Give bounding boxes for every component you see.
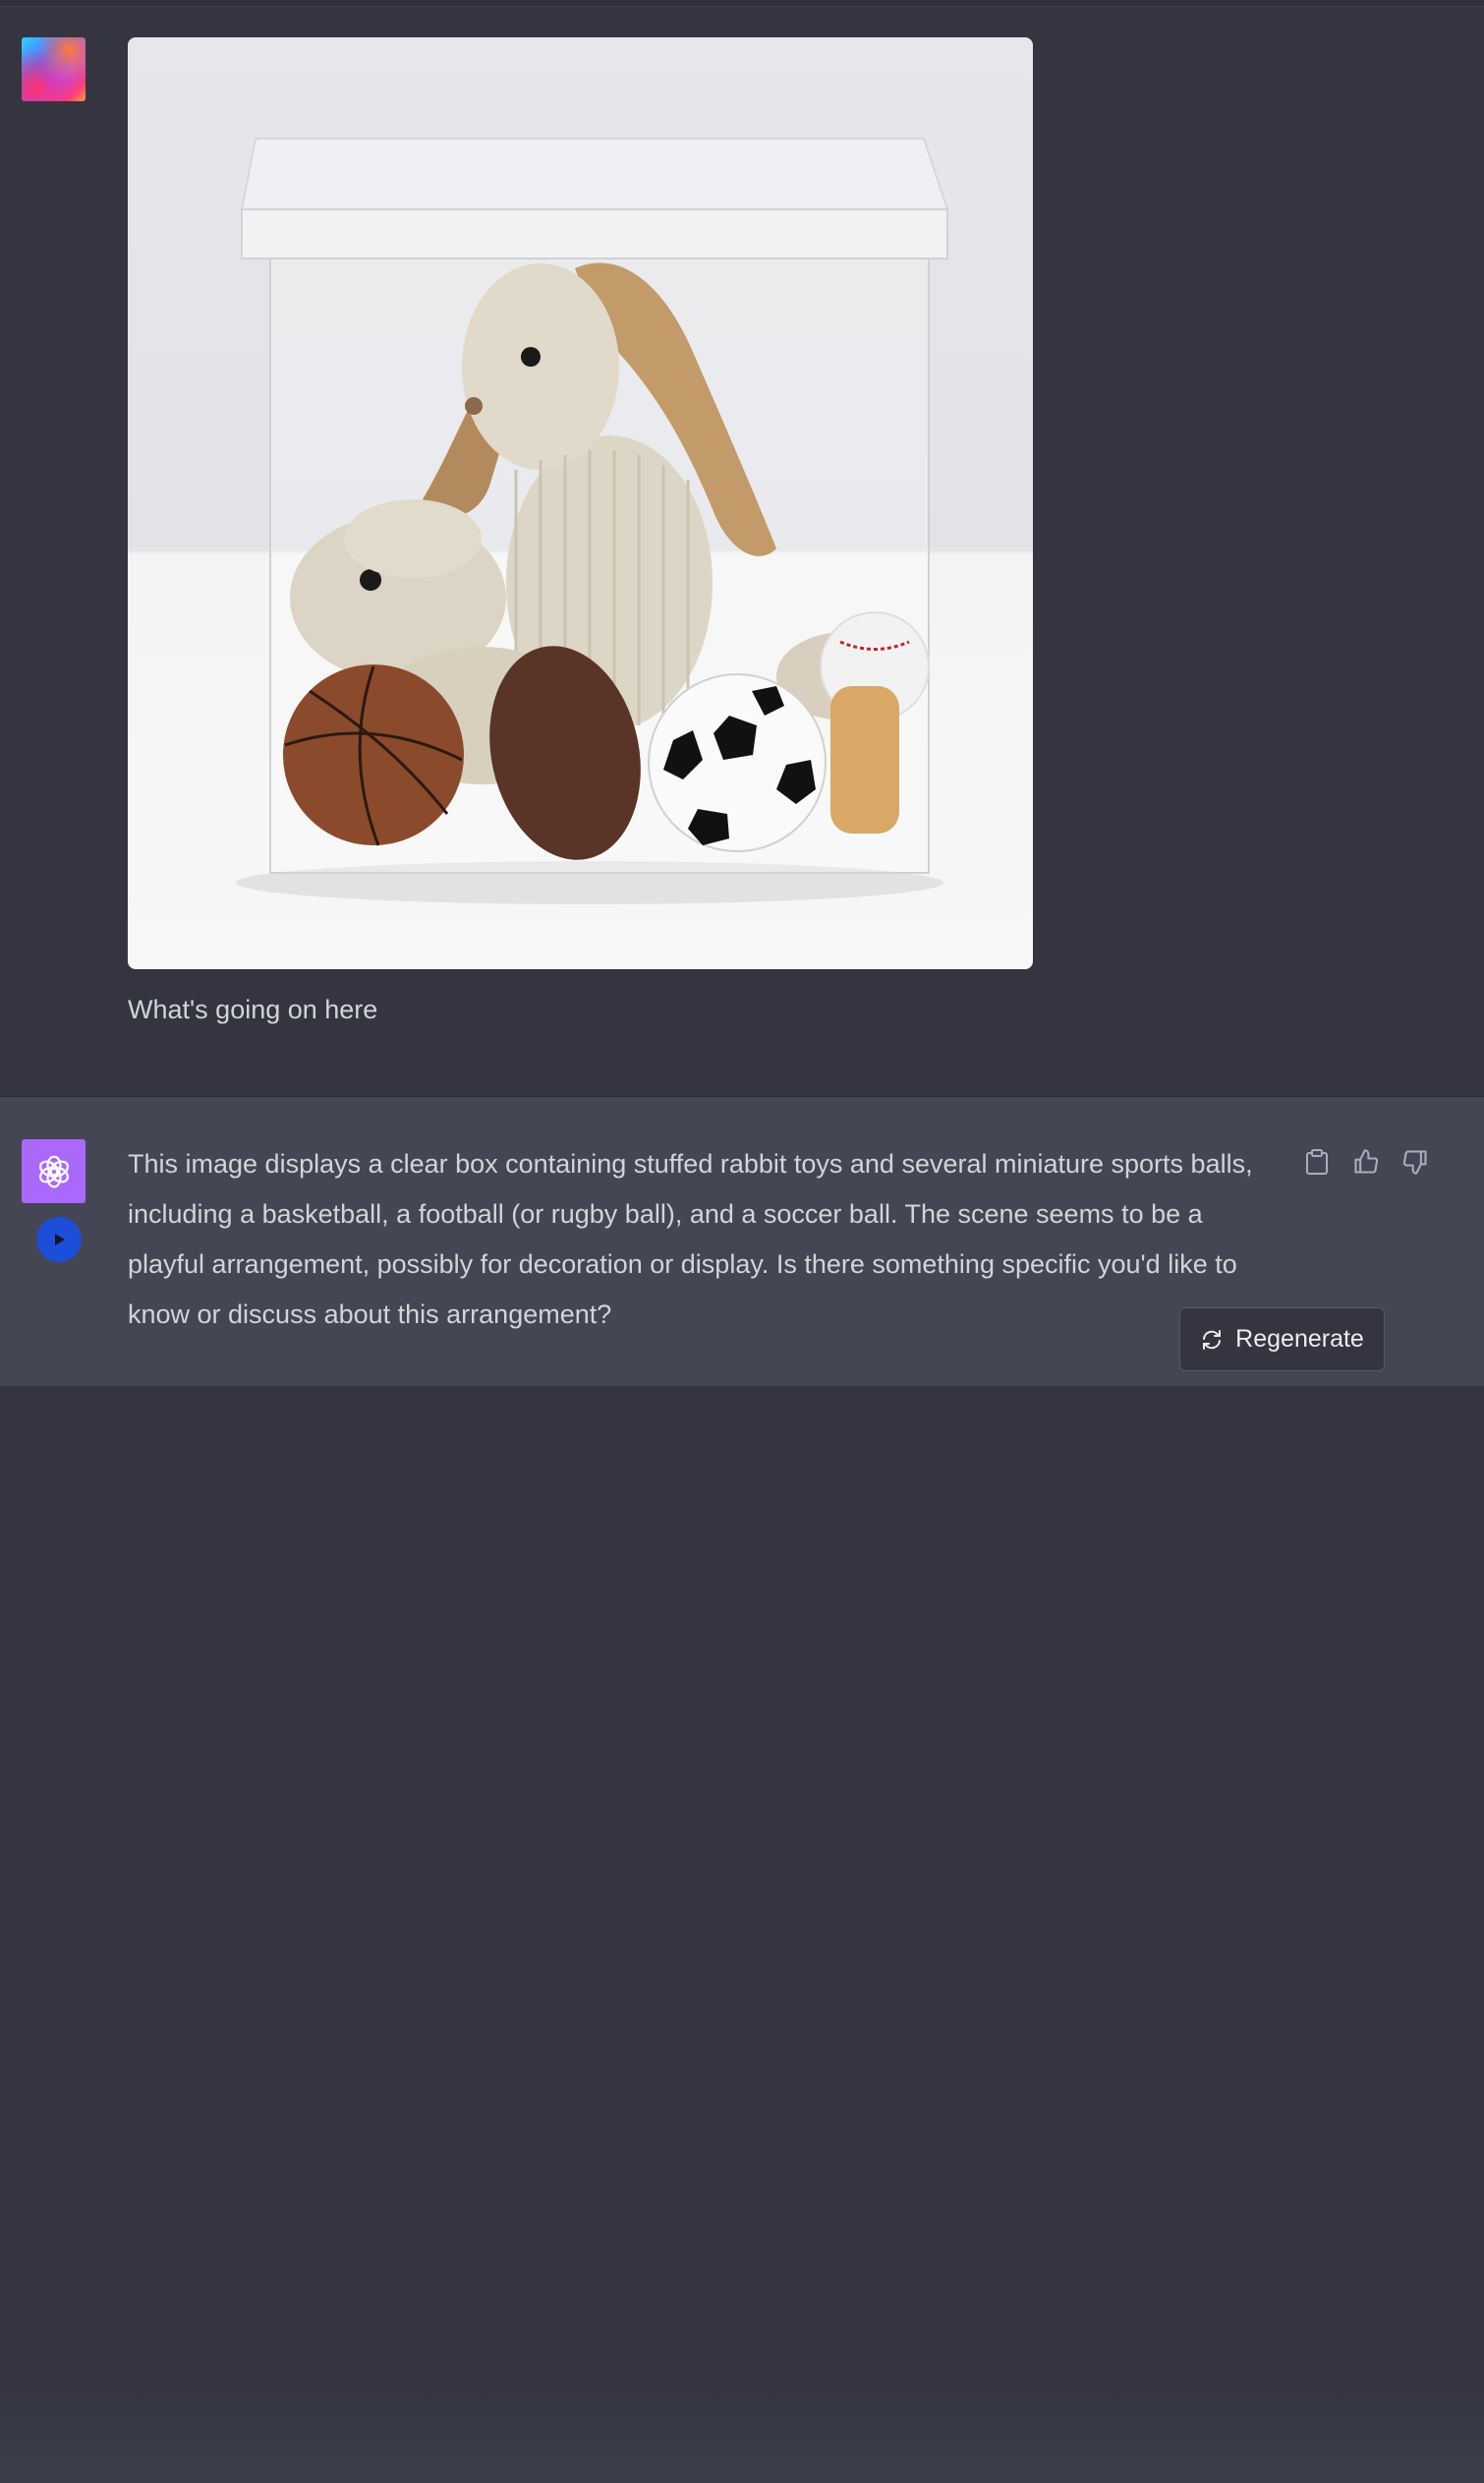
read-aloud-button[interactable] <box>36 1217 82 1262</box>
rabbit-head <box>462 263 619 470</box>
user-message: What's going on here <box>128 995 378 1024</box>
thumbs-up-button[interactable] <box>1348 1144 1384 1180</box>
assistant-message-row: This image displays a clear box containi… <box>0 1097 1484 2483</box>
top-border <box>0 0 1484 7</box>
uploaded-image[interactable] <box>128 37 1033 969</box>
message-actions <box>1299 1144 1433 1180</box>
user-message-row: What's going on here <box>0 7 1484 1096</box>
assistant-avatar <box>22 1139 86 1203</box>
thumbs-down-icon <box>1402 1150 1427 1175</box>
copy-button[interactable] <box>1299 1144 1335 1180</box>
regenerate-label: Regenerate <box>1235 1325 1364 1353</box>
play-icon <box>55 1234 65 1245</box>
photo-illustration <box>236 138 949 904</box>
user-avatar <box>22 37 86 101</box>
bottom-fade <box>0 2375 1484 2483</box>
small-plush-ear <box>344 499 482 578</box>
rabbit-nose <box>465 397 483 415</box>
thumbs-up-icon <box>1354 1149 1379 1174</box>
copy-icon <box>1306 1149 1328 1175</box>
openai-logo-icon <box>38 1155 69 1187</box>
box-lid <box>240 138 949 210</box>
bone-treat <box>830 686 899 834</box>
refresh-icon <box>1203 1329 1222 1350</box>
assistant-message: This image displays a clear box containi… <box>128 1149 1253 1329</box>
rabbit-eye <box>521 347 541 367</box>
thumbs-down-button[interactable] <box>1398 1144 1433 1180</box>
box-lid-edge <box>241 208 948 260</box>
regenerate-button[interactable]: Regenerate <box>1179 1307 1385 1371</box>
